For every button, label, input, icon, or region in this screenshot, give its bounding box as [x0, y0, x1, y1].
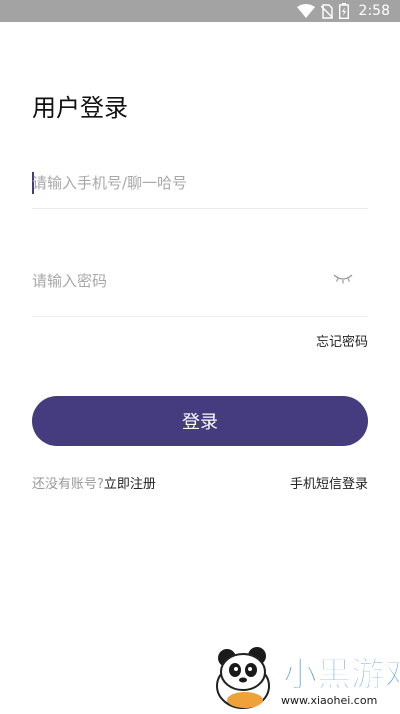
- battery-icon: [338, 3, 349, 19]
- eye-closed-icon[interactable]: [332, 270, 354, 286]
- phone-field: [32, 162, 368, 209]
- password-field: [32, 260, 368, 317]
- wifi-icon: [296, 4, 315, 18]
- page-title: 用户登录: [32, 94, 128, 122]
- status-bar: 2:58: [0, 0, 400, 22]
- no-sim-icon: [320, 3, 333, 19]
- password-input[interactable]: [32, 270, 312, 292]
- watermark-url: www.xiaohei.com: [281, 694, 377, 707]
- sms-login-link[interactable]: 手机短信登录: [290, 473, 368, 492]
- no-account-label: 还没有账号?: [32, 477, 104, 492]
- login-button[interactable]: 登录: [32, 396, 368, 446]
- status-time: 2:58: [358, 3, 390, 19]
- status-icons: 2:58: [296, 2, 390, 20]
- panda-logo-icon: [216, 647, 270, 709]
- register-link[interactable]: 立即注册: [104, 477, 156, 492]
- watermark-brand: 小黑游戏: [283, 655, 400, 695]
- watermark-logo: 小黑游戏 www.xiaohei.com: [205, 638, 400, 710]
- bottom-links: 还没有账号?立即注册 手机短信登录: [32, 473, 368, 492]
- phone-input[interactable]: [32, 172, 312, 194]
- forgot-password-link[interactable]: 忘记密码: [316, 331, 368, 350]
- no-account-text: 还没有账号?立即注册: [32, 473, 156, 492]
